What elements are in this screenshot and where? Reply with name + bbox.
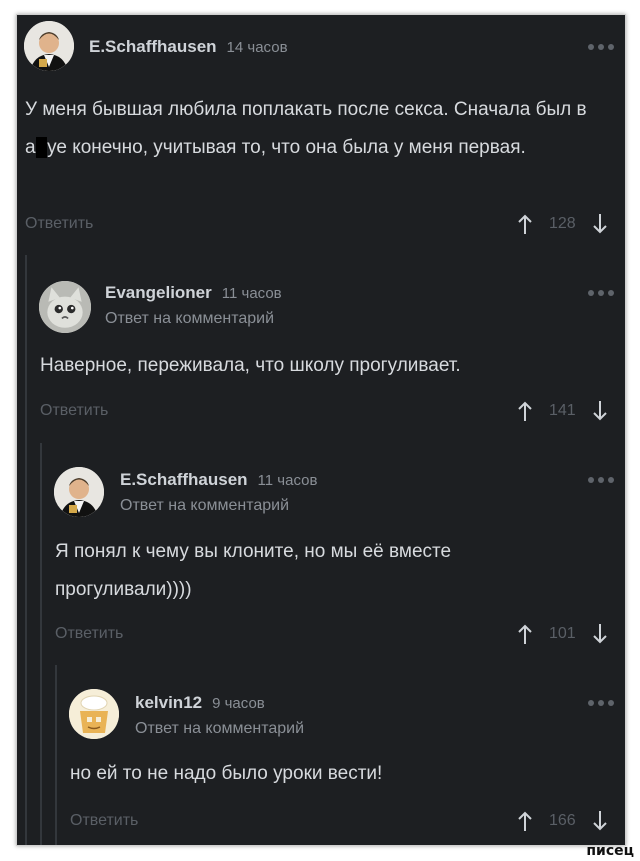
downvote-arrow-icon[interactable]	[592, 810, 608, 832]
cartoon-character-icon	[69, 689, 119, 739]
comment-text: но ей то не надо было уроки вести!	[70, 763, 383, 784]
comment-time: 14 часов	[226, 39, 288, 56]
more-dots-icon[interactable]	[588, 700, 614, 706]
more-dots-icon[interactable]	[588, 477, 614, 483]
more-dots-icon[interactable]	[588, 44, 614, 50]
vote-controls: 101	[517, 623, 608, 645]
thread-line[interactable]	[55, 665, 57, 845]
upvote-arrow-icon[interactable]	[517, 623, 533, 645]
comment-author[interactable]: Evangelioner 11 часов	[105, 283, 282, 303]
reply-button[interactable]: Ответить	[55, 625, 123, 643]
reply-to-link[interactable]: Ответ на комментарий	[135, 720, 304, 738]
vote-controls: 128	[517, 213, 608, 235]
vote-controls: 166	[517, 810, 608, 832]
censored-letter: х	[35, 137, 48, 158]
comment-time: 11 часов	[257, 472, 318, 489]
author-name[interactable]: E.Schaffhausen	[120, 470, 248, 490]
comment-author[interactable]: E.Schaffhausen 14 часов	[89, 37, 288, 57]
upvote-arrow-icon[interactable]	[517, 810, 533, 832]
comment-author[interactable]: kelvin12 9 часов	[135, 693, 265, 713]
upvote-arrow-icon[interactable]	[517, 213, 533, 235]
downvote-arrow-icon[interactable]	[592, 400, 608, 422]
man-in-tuxedo-icon	[54, 467, 104, 517]
vote-count: 141	[549, 402, 576, 419]
comment-text-part: уе конечно, учитывая то, что она была у …	[47, 137, 526, 158]
thread-line[interactable]	[25, 255, 27, 845]
vote-controls: 141	[517, 400, 608, 422]
sad-cat-icon	[39, 281, 91, 333]
downvote-arrow-icon[interactable]	[592, 623, 608, 645]
watermark: писец	[586, 843, 634, 859]
avatar[interactable]	[39, 281, 91, 333]
comment-text: Наверное, переживала, что школу прогулив…	[40, 355, 461, 376]
author-name[interactable]: E.Schaffhausen	[89, 37, 217, 57]
thread-line[interactable]	[40, 443, 42, 845]
reply-to-link[interactable]: Ответ на комментарий	[120, 497, 289, 515]
comment-author[interactable]: E.Schaffhausen 11 часов	[120, 470, 317, 490]
comment-time: 11 часов	[221, 285, 282, 302]
man-in-tuxedo-icon	[24, 21, 74, 71]
downvote-arrow-icon[interactable]	[592, 213, 608, 235]
comment-text: Я понял к чему вы клоните, но мы её вмес…	[55, 541, 452, 600]
comments-thread: E.Schaffhausen 14 часов У меня бывшая лю…	[16, 14, 626, 846]
avatar[interactable]	[24, 21, 74, 71]
more-dots-icon[interactable]	[588, 290, 614, 296]
upvote-arrow-icon[interactable]	[517, 400, 533, 422]
vote-count: 101	[549, 625, 576, 642]
comment-time: 9 часов	[212, 695, 265, 712]
reply-button[interactable]: Ответить	[25, 215, 93, 233]
reply-to-link[interactable]: Ответ на комментарий	[105, 310, 274, 328]
reply-button[interactable]: Ответить	[40, 402, 108, 420]
reply-button[interactable]: Ответить	[70, 812, 138, 830]
author-name[interactable]: kelvin12	[135, 693, 202, 713]
vote-count: 166	[549, 812, 576, 829]
avatar[interactable]	[69, 689, 119, 739]
comment-text: У меня бывшая любила поплакать после сек…	[25, 91, 615, 167]
author-name[interactable]: Evangelioner	[105, 283, 212, 303]
avatar[interactable]	[54, 467, 104, 517]
vote-count: 128	[549, 215, 576, 232]
